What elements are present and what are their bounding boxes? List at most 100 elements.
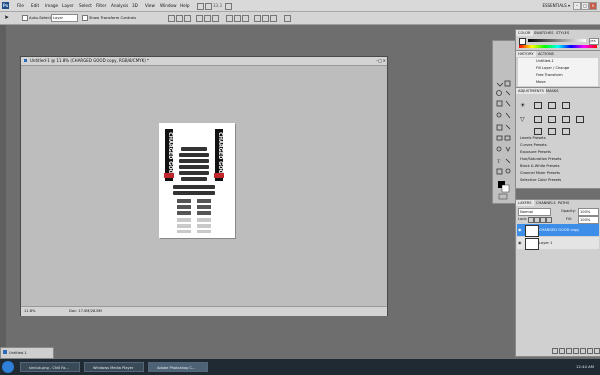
menu-3d[interactable]: 3D [132,2,138,9]
zoom-tool-icon[interactable] [505,168,511,174]
bridge-icon[interactable] [197,3,204,10]
distribute-top-icon[interactable] [226,15,233,22]
eye-icon[interactable]: ◉ [518,240,522,245]
tab-swatches[interactable]: SWATCHES [532,30,556,36]
close-button[interactable]: × [589,2,597,10]
healing-brush-icon[interactable] [496,112,502,118]
align-vcenter-icon[interactable] [176,15,183,22]
preset-item[interactable]: Channel Mixer Presets [520,170,560,177]
quick-mask-icon[interactable] [498,193,508,200]
lock-all-icon[interactable] [546,217,552,223]
hue-saturation-icon[interactable] [534,116,542,123]
auto-select-dropdown[interactable]: Layer [51,14,78,22]
auto-align-icon[interactable] [284,15,291,22]
trash-icon[interactable] [594,348,600,354]
color-spectrum[interactable] [519,45,597,48]
preset-item[interactable]: Black & White Presets [520,163,559,170]
menu-image[interactable]: Image [45,2,58,9]
status-zoom[interactable]: 11.8% [24,307,35,316]
workspace-switcher[interactable]: ESSENTIALS ▾ [542,2,570,9]
minimized-window[interactable]: Untitled-1 [0,347,54,359]
exposure-icon[interactable] [562,102,570,109]
black-white-icon[interactable] [562,116,570,123]
align-bottom-icon[interactable] [184,15,191,22]
menu-select[interactable]: Select [79,2,92,9]
opacity-input[interactable]: 100% [578,208,599,216]
brush-tool-icon[interactable] [505,112,511,119]
posterize-icon[interactable] [548,128,556,135]
clone-stamp-icon[interactable] [496,124,503,131]
levels-icon[interactable] [534,102,542,109]
layer-name[interactable]: Layer 1 [539,237,552,249]
distribute-vcenter-icon[interactable] [234,15,241,22]
minimize-button[interactable]: – [573,2,581,10]
transform-controls-checkbox[interactable] [82,15,88,21]
tab-layers[interactable]: LAYERS [516,200,534,206]
tab-channels[interactable]: CHANNELS [534,200,558,206]
preset-item[interactable]: Selective Color Presets [520,177,561,184]
auto-select-checkbox[interactable] [22,15,28,21]
preset-item[interactable]: Curves Presets [520,142,547,149]
new-group-icon[interactable] [580,348,586,354]
taskbar-item[interactable]: Windows Media Player [84,362,144,372]
preset-item[interactable]: Levels Presets [520,135,546,142]
blend-mode-dropdown[interactable]: Normal [518,208,551,216]
invert-icon[interactable] [534,128,542,135]
fill-input[interactable]: 100% [578,216,599,224]
curves-icon[interactable] [548,102,556,109]
menu-file[interactable]: File [17,2,24,9]
menu-view[interactable]: View [145,2,155,9]
doc-close-button[interactable]: × [383,58,386,64]
background-color-swatch[interactable] [501,184,510,193]
history-brush-icon[interactable] [505,124,511,130]
tab-color[interactable]: COLOR [516,30,533,36]
align-left-icon[interactable] [196,15,203,22]
color-value[interactable]: 255 [589,38,599,45]
mini-bridge-icon[interactable] [205,3,212,10]
document-title-bar[interactable]: Untitled-1 @ 11.8% (CHARGED GOOD copy, R… [21,57,387,66]
align-hcenter-icon[interactable] [204,15,211,22]
magic-wand-icon[interactable] [505,90,511,96]
layer-row[interactable]: ◉ Layer 1 [517,237,599,250]
align-right-icon[interactable] [212,15,219,22]
taskbar-item[interactable]: slrclub.png - Chill Fa... [20,362,80,372]
shape-tool-icon[interactable] [496,168,503,175]
distribute-left-icon[interactable] [254,15,261,22]
distribute-bottom-icon[interactable] [242,15,249,22]
start-button[interactable] [2,361,14,373]
tab-actions[interactable]: ACTIONS [536,51,556,57]
maximize-button[interactable]: □ [581,2,589,10]
menu-layer[interactable]: Layer [62,2,74,9]
taskbar-item-active[interactable]: Adobe Photoshop C... [148,362,208,372]
zoom-level[interactable]: 33.3 [213,2,222,9]
hand-tool-icon[interactable] [225,3,232,10]
vibrance-icon[interactable]: ▽ [520,116,525,123]
menu-filter[interactable]: Filter [96,2,106,9]
color-balance-icon[interactable] [548,116,556,123]
tab-history[interactable]: HISTORY [516,51,536,57]
doc-maximize-button[interactable]: □ [378,58,382,64]
history-item[interactable]: Move [536,79,546,86]
lasso-tool-icon[interactable] [496,90,502,96]
layer-mask-icon[interactable] [566,348,572,354]
history-item[interactable]: Untitled-1 [536,58,554,65]
fg-color-chip[interactable] [519,38,526,45]
gradient-tool-icon[interactable] [504,135,511,141]
photo-filter-icon[interactable] [576,116,584,123]
canvas[interactable]: CHARGED GOOD CHARGED GOOD [159,123,235,238]
tab-paths[interactable]: PATHS [556,200,571,206]
adjustment-layer-icon[interactable] [573,348,579,354]
pen-tool-icon[interactable] [505,146,511,152]
move-tool-icon[interactable]: ➤ [4,14,9,22]
tab-styles[interactable]: STYLES [554,30,571,36]
distribute-hcenter-icon[interactable] [262,15,269,22]
distribute-right-icon[interactable] [270,15,277,22]
eye-icon[interactable]: ◉ [518,227,522,232]
menu-window[interactable]: Window [160,2,177,9]
threshold-icon[interactable] [562,128,570,135]
layer-name[interactable]: CHARGED GOOD copy [539,224,579,236]
layer-row[interactable]: ◉ CHARGED GOOD copy [517,224,599,237]
menu-analysis[interactable]: Analysis [111,2,128,9]
eyedropper-icon[interactable] [505,100,511,107]
tab-masks[interactable]: MASKS [544,88,560,94]
